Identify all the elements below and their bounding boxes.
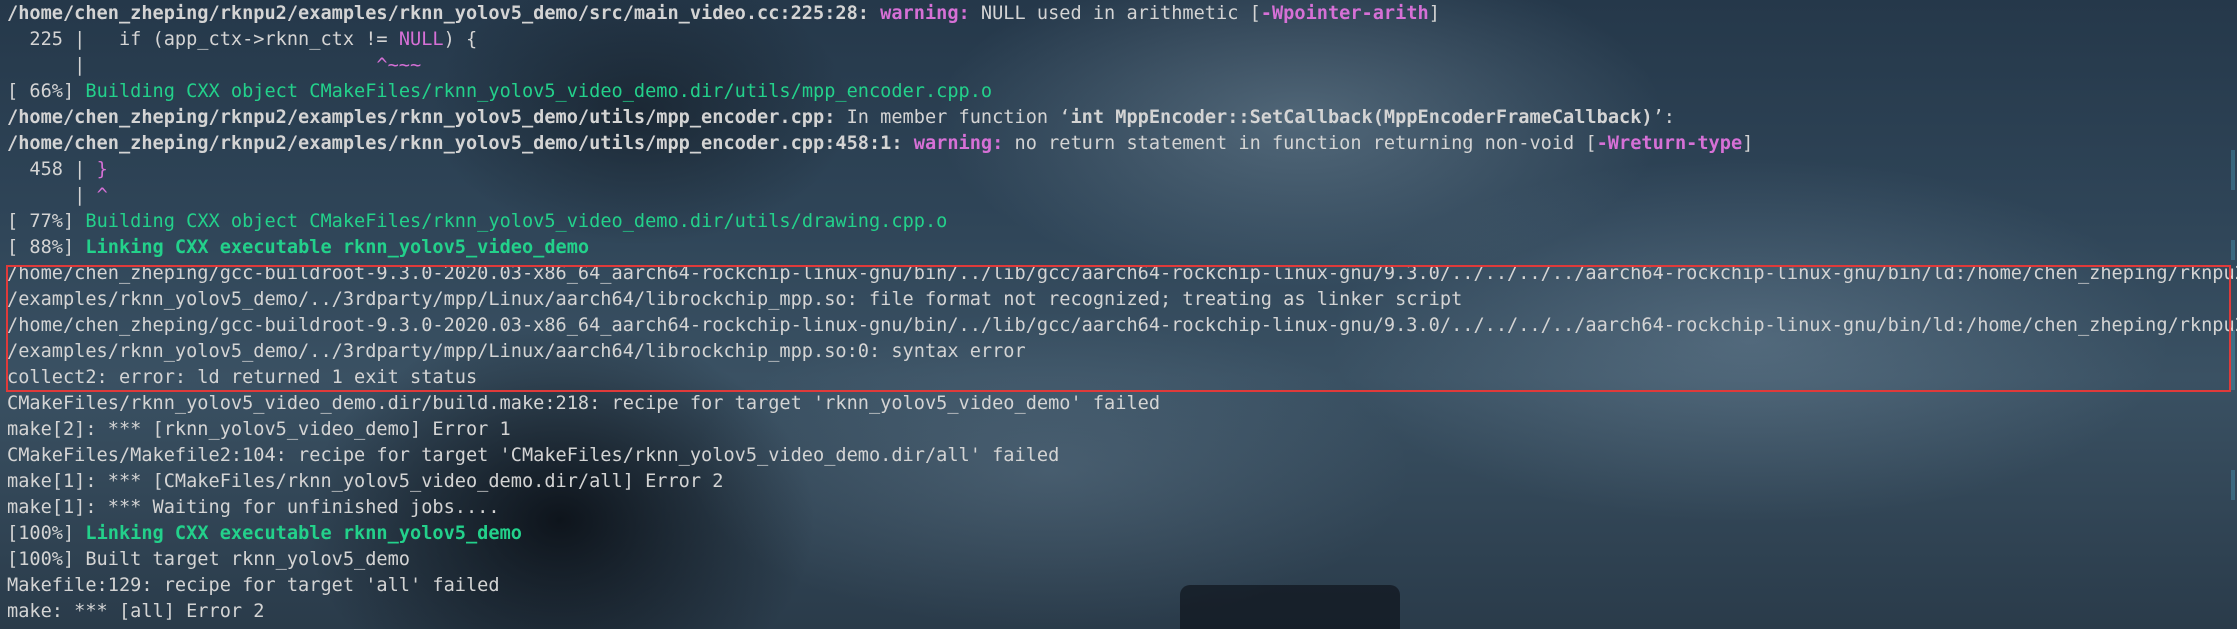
terminal-text-segment: warning: [880,3,981,24]
terminal-text-segment: int MppEncoder::SetCallback(MppEncoderFr… [1070,107,1653,128]
terminal-text-segment: In member function ‘ [835,107,1071,128]
terminal-text-segment: make: *** [all] Error 2 [7,601,265,622]
terminal-line: [100%] Built target rknn_yolov5_demo [7,547,2227,573]
terminal-text-segment: Building CXX object CMakeFiles/rknn_yolo… [85,211,948,232]
terminal-text-segment: /home/chen_zheping/rknpu2/examples/rknn_… [7,133,914,154]
terminal-line: CMakeFiles/rknn_yolov5_video_demo.dir/bu… [7,391,2227,417]
terminal-text-segment: | [7,185,97,206]
terminal-text-segment: -Wpointer-arith [1260,3,1429,24]
terminal-text-segment: ] [1428,3,1440,24]
terminal-line: [100%] Linking CXX executable rknn_yolov… [7,521,2227,547]
terminal-line: [ 77%] Building CXX object CMakeFiles/rk… [7,209,2227,235]
terminal-text-segment: [100%] [7,523,86,544]
terminal-line: CMakeFiles/Makefile2:104: recipe for tar… [7,443,2227,469]
terminal-text-segment: ^~~~ [376,55,422,76]
terminal-line: [ 66%] Building CXX object CMakeFiles/rk… [7,79,2227,105]
terminal-line: | ^~~~ [7,53,2227,79]
terminal-line: /home/chen_zheping/rknpu2/examples/rknn_… [7,131,2227,157]
terminal-text-segment: } [96,159,108,180]
terminal-text-segment: [ 77%] [7,211,86,232]
terminal-text-segment: /home/chen_zheping/rknpu2/examples/rknn_… [7,107,836,128]
terminal-text-segment: [ 66%] [7,81,86,102]
terminal-line: 458 | } [7,157,2227,183]
terminal-text-segment: no return statement in function returnin… [1014,133,1597,154]
terminal-text-segment: ’: [1652,107,1675,128]
terminal-text-segment: Makefile:129: recipe for target 'all' fa… [7,575,500,596]
terminal-text-segment: 225 | if (app_ctx->rknn_ctx != [7,29,399,50]
terminal-text-segment: NULL used in arithmetic [ [980,3,1261,24]
terminal-text-segment: Linking CXX executable rknn_yolov5_demo [85,523,522,544]
terminal-text-segment: Building CXX object CMakeFiles/rknn_yolo… [85,81,993,102]
terminal-line: Makefile:129: recipe for target 'all' fa… [7,573,2227,599]
terminal-line: | ^ [7,183,2227,209]
terminal-line: [ 88%] Linking CXX executable rknn_yolov… [7,235,2227,261]
terminal-text-segment: make[1]: *** [CMakeFiles/rknn_yolov5_vid… [7,471,724,492]
terminal-text-segment: CMakeFiles/rknn_yolov5_video_demo.dir/bu… [7,393,1161,414]
terminal-text-segment: ) { [443,29,478,50]
terminal-text-segment: CMakeFiles/Makefile2:104: recipe for tar… [7,445,1060,466]
terminal-text-segment: warning: [913,133,1015,154]
terminal-text-segment: make[1]: *** Waiting for unfinished jobs… [7,497,500,518]
terminal-text-segment: 458 | [7,159,97,180]
terminal-text-segment: /home/chen_zheping/rknpu2/examples/rknn_… [7,3,881,24]
terminal-line: /home/chen_zheping/rknpu2/examples/rknn_… [7,105,2227,131]
terminal-line: make[1]: *** Waiting for unfinished jobs… [7,495,2227,521]
terminal-line: make[1]: *** [CMakeFiles/rknn_yolov5_vid… [7,469,2227,495]
terminal-text-segment: [100%] Built target rknn_yolov5_demo [7,549,410,570]
terminal-line: make[2]: *** [rknn_yolov5_video_demo] Er… [7,417,2227,443]
terminal-text-segment: ] [1742,133,1754,154]
terminal-text-segment: [ 88%] [7,237,86,258]
terminal-text-segment: ^ [96,185,108,206]
terminal-text-segment: | [7,55,377,76]
terminal-text-segment: -Wreturn-type [1596,133,1743,154]
terminal-line: /home/chen_zheping/rknpu2/examples/rknn_… [7,1,2227,27]
terminal-text-segment: NULL [398,29,444,50]
linker-error-highlight-box [6,265,2231,392]
terminal-text-segment: Linking CXX executable rknn_yolov5_video… [85,237,590,258]
terminal-line: make: *** [all] Error 2 [7,599,2227,625]
terminal-text-segment: make[2]: *** [rknn_yolov5_video_demo] Er… [7,419,511,440]
terminal-line: 225 | if (app_ctx->rknn_ctx != NULL) { [7,27,2227,53]
